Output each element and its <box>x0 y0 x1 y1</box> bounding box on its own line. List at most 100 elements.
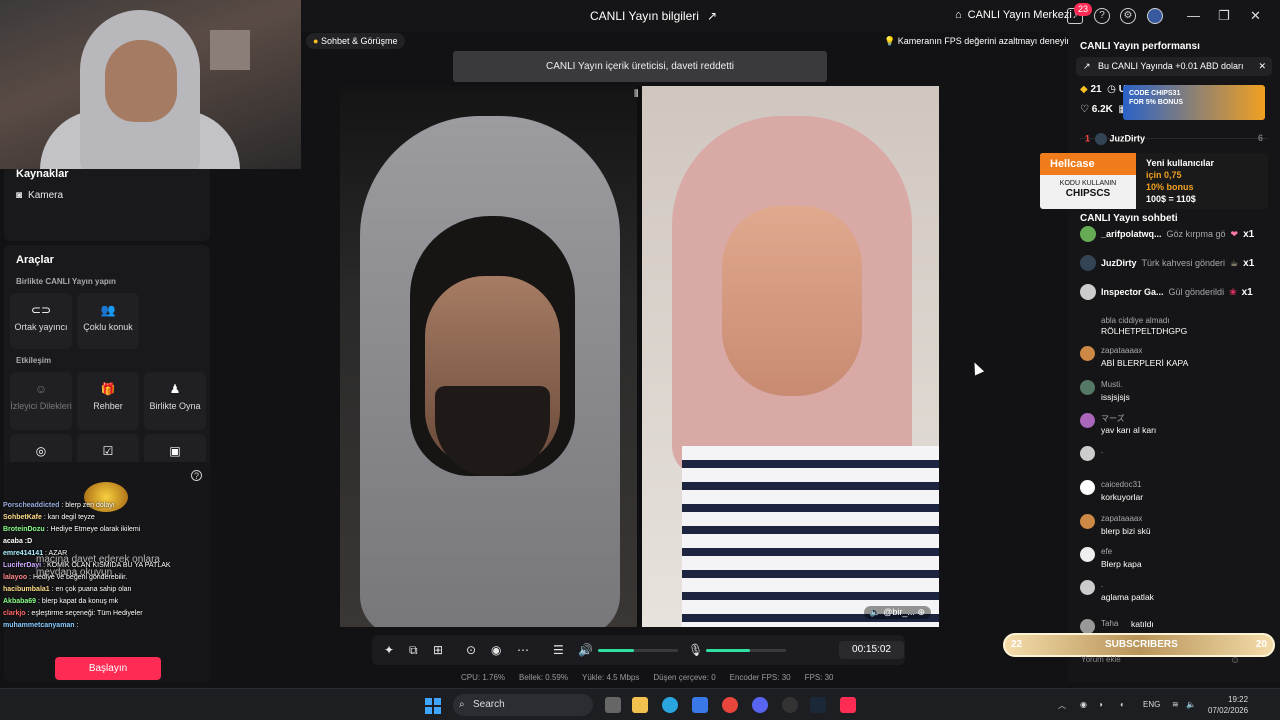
close-icon[interactable]: ✕ <box>1258 57 1266 76</box>
avatar[interactable] <box>1147 8 1163 24</box>
start-button[interactable]: Başlayın <box>55 657 161 680</box>
home-icon: ⌂ <box>955 9 962 21</box>
tray-icon[interactable]: ◑ <box>1098 700 1103 709</box>
gift-icon: 🎁 <box>100 382 116 396</box>
magic-icon[interactable]: ✦ <box>384 643 394 657</box>
chat-line: hacibumbala1 : en çok puana sahip olan <box>3 586 132 593</box>
chat-line: clarkjo : eşleştirme seçeneği: Tüm Hediy… <box>3 610 143 617</box>
task-view-icon[interactable] <box>605 697 621 713</box>
stream-info-title[interactable]: CANLI Yayın bilgileri ↗ <box>590 9 717 23</box>
help-icon[interactable]: ? <box>1094 8 1110 24</box>
more-icon[interactable]: ⋯ <box>517 643 529 657</box>
tools-title: Araçlar <box>16 254 54 266</box>
settings-icon[interactable]: ⚙ <box>1120 8 1136 24</box>
chat-line: SohbetKafe : karı degil teyze <box>3 514 95 521</box>
avatar <box>1080 446 1095 461</box>
trend-icon: ↗ <box>1083 61 1091 71</box>
maximize-icon[interactable]: ❐ <box>1218 8 1230 24</box>
tool-multi-guest[interactable]: 👥 Çoklu konuk <box>77 293 139 349</box>
avatar <box>1080 547 1095 562</box>
tiktok-icon[interactable] <box>840 697 856 713</box>
top-gifter-row[interactable]: 1 JuzDirty 6 <box>1085 133 1263 145</box>
app-icon[interactable] <box>782 697 798 713</box>
chat-line: muhammetcanyaman : <box>3 622 79 629</box>
guest-tag[interactable]: 🔈 @bir_... ⊕ <box>863 606 931 619</box>
perf-title: CANLI Yayın performansı <box>1080 41 1200 52</box>
streamer-webcam <box>0 0 301 169</box>
avatar <box>1080 580 1095 595</box>
emoji-icon[interactable]: ☺ <box>1230 655 1240 666</box>
mic-slider[interactable] <box>706 649 786 652</box>
mic-icon[interactable]: 🎙 <box>688 643 703 657</box>
chevron-up-icon[interactable]: ︿ <box>1058 700 1066 711</box>
camera-switch-icon[interactable]: ◉ <box>491 643 501 657</box>
avatar <box>1095 133 1108 145</box>
volume-slider[interactable] <box>598 649 678 652</box>
adjust-icon[interactable]: ☰ <box>553 643 564 657</box>
share-icon[interactable]: ↗ <box>707 9 717 23</box>
steam-icon[interactable] <box>810 697 826 713</box>
target-icon: ◎ <box>35 444 47 458</box>
right-panel: CANLI Yayın performansı ↗ Bu CANLI Yayın… <box>1068 32 1280 682</box>
help-icon[interactable]: ? <box>191 470 202 481</box>
live-center-link[interactable]: ⌂ CANLI Yayın Merkezi <box>955 9 1072 21</box>
system-clock[interactable]: 19:22 07/02/2026 <box>1208 694 1248 716</box>
coffee-icon: ☕ <box>1230 257 1239 268</box>
stat-encoder-fps: Encoder FPS: 30 <box>729 673 791 682</box>
heart-icon: ♡ <box>1080 104 1089 115</box>
language-indicator[interactable]: ENG <box>1143 700 1160 709</box>
toast-message: CANLI Yayın içerik üreticisi, daveti red… <box>453 51 827 82</box>
tool-guide[interactable]: 🎁 Rehber <box>77 372 139 430</box>
effects-icon[interactable]: ⧉ <box>409 643 418 658</box>
chat-title: CANLI Yayın sohbeti <box>1080 213 1178 224</box>
fps-tip: 💡 Kameranın FPS değerini azaltmayı deney… <box>884 36 1072 46</box>
stat-fps: FPS: 30 <box>804 673 834 682</box>
discord-icon[interactable] <box>752 697 768 713</box>
tools-panel: Araçlar Birlikte CANLI Yayın yapın ⊂⊃ Or… <box>4 245 210 490</box>
lightbulb-icon: 💡 <box>884 36 896 46</box>
taskbar-search[interactable]: ⌕ Search <box>453 694 593 716</box>
wifi-icon[interactable]: ≋ <box>1172 700 1179 709</box>
search-icon: ⌕ <box>459 699 465 710</box>
control-bar: ✦ ⧉ ⊞ ⊙ ◉ ⋯ ☰ 🔊 🎙 <box>372 635 905 665</box>
stream-stats: CPU: 1.76% Bellek: 0.59% Yükle: 4.5 Mbps… <box>461 673 834 682</box>
avatar <box>1080 284 1096 300</box>
layout-toggle-icon[interactable]: ⦀ <box>634 89 638 100</box>
add-icon: ⊕ <box>917 607 925 617</box>
store-icon[interactable] <box>692 697 708 713</box>
discord-tray-icon[interactable]: ◉ <box>1080 700 1087 709</box>
chat-line: BroteinDozu : Hediye Etmeye olarak ikile… <box>3 526 141 533</box>
close-icon[interactable]: ✕ <box>1250 8 1261 24</box>
file-explorer-icon[interactable] <box>632 697 648 713</box>
stat-memory: Bellek: 0.59% <box>519 673 568 682</box>
chrome-icon[interactable] <box>722 697 738 713</box>
tray-icon[interactable]: ◐ <box>1120 700 1125 709</box>
sources-panel: Kaynaklar ◙ Kamera <box>4 159 210 241</box>
record-icon[interactable]: ⊙ <box>466 643 476 657</box>
chat-overlay-banner: maçına davet ederek onlara meydana okuyu… <box>36 554 160 578</box>
camera-source[interactable]: ◙ Kamera <box>16 190 63 201</box>
speaker-icon[interactable]: 🔊 <box>578 643 593 657</box>
volume-icon[interactable]: 🔈 <box>1186 700 1196 709</box>
windows-start-icon[interactable] <box>425 698 441 714</box>
chat-call-pill[interactable]: ● Sohbet & Görüşme <box>306 33 405 49</box>
gift-row: Inspector Ga... Gül gönderildi ❀ x1 <box>1080 283 1253 301</box>
user-icon: ◷ <box>1107 84 1116 95</box>
chat-line: Akbaba69 : blerp kapat da konuş mk <box>3 598 119 605</box>
link-icon: ⊂⊃ <box>30 303 52 317</box>
chat-line: acaba :D <box>3 538 33 545</box>
tool-play-together[interactable]: ♟ Birlikte Oyna <box>144 372 206 430</box>
promo-ad-chips: CODE CHIPS31 FOR 5% BONUS <box>1123 85 1265 120</box>
tool-co-host[interactable]: ⊂⊃ Ortak yayıncı <box>10 293 72 349</box>
together-title: Birlikte CANLI Yayın yapın <box>16 277 116 286</box>
layout-icon[interactable]: ⊞ <box>433 643 443 657</box>
perf-banner[interactable]: ↗ Bu CANLI Yayında +0.01 ABD doları ✕ <box>1076 57 1272 76</box>
comment-input[interactable]: Yorum ekle <box>1073 652 1245 668</box>
edge-icon[interactable] <box>662 697 678 713</box>
tool-viewer-wishes[interactable]: ☺ İzleyici Dilekleri <box>10 372 72 430</box>
stat-upload: Yükle: 4.5 Mbps <box>581 673 640 682</box>
avatar <box>1080 619 1095 634</box>
avatar <box>1080 480 1095 495</box>
minimize-icon[interactable]: — <box>1187 8 1200 23</box>
promo-ad-hellcase: Hellcase KODU KULLANIN CHIPSCS Yeni kulla… <box>1040 153 1268 209</box>
